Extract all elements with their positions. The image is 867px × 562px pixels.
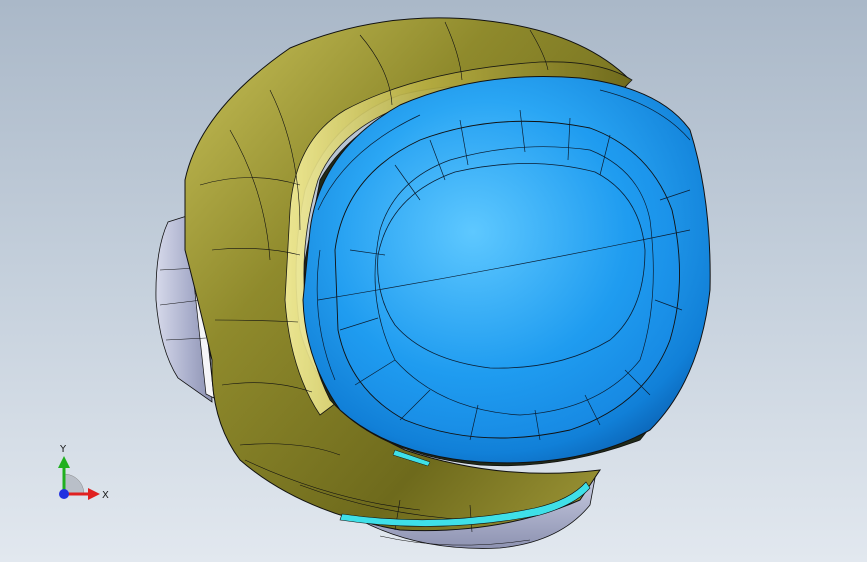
x-axis-label: X bbox=[102, 490, 109, 501]
axis-triad[interactable]: Y X bbox=[44, 436, 124, 516]
y-axis-arrowhead bbox=[58, 456, 70, 468]
visor-inner-lens[interactable] bbox=[334, 120, 680, 439]
z-axis-dot bbox=[59, 489, 69, 499]
y-axis-label: Y bbox=[59, 444, 67, 455]
x-axis-arrowhead bbox=[88, 488, 100, 500]
helmet-model-view[interactable] bbox=[0, 0, 867, 562]
graphics-viewport[interactable]: Y X bbox=[0, 0, 867, 562]
